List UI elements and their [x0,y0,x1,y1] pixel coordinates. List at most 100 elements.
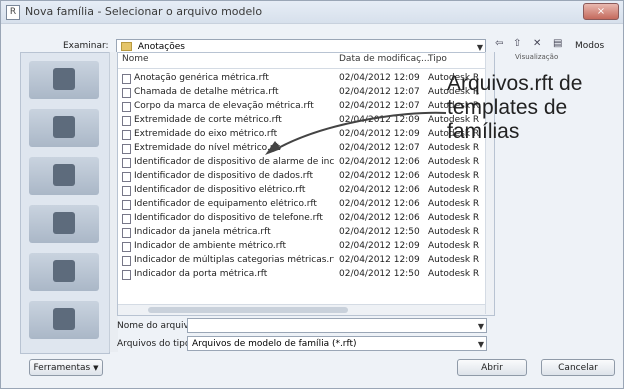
place-item[interactable] [29,253,99,291]
file-type: Autodesk R [428,241,480,251]
revit-app-icon: R [6,5,20,20]
file-type: Autodesk R [428,199,480,209]
annotation-line-3: famílias [447,120,520,143]
file-date: 02/04/2012 12:09 [339,73,420,83]
rft-file-icon [122,158,131,168]
rft-file-icon [122,172,131,182]
folder-icon [121,42,132,51]
file-type: Autodesk R [428,269,480,279]
rft-file-icon [122,200,131,210]
folder-icon [53,68,75,90]
filetype-select[interactable]: Arquivos de modelo de família (*.rft) ▼ [187,336,487,351]
drive-icon [53,212,75,234]
file-date: 02/04/2012 12:09 [339,255,420,265]
place-item[interactable] [29,157,99,195]
rft-file-icon [122,130,131,140]
rft-file-icon [122,186,131,196]
cancel-button[interactable]: Cancelar [541,359,615,376]
file-name: Indicador da porta métrica.rft [134,269,268,279]
file-date: 02/04/2012 12:07 [339,87,420,97]
place-item[interactable] [29,205,99,243]
file-name: Indicador de múltiplas categorias métric… [134,255,334,265]
file-name: Anotação genérica métrica.rft [134,73,269,83]
views-menu[interactable]: Modos [575,41,604,51]
file-date: 02/04/2012 12:09 [339,241,420,251]
annotation-line-1: Arquivos.rft de [447,72,583,95]
place-item[interactable] [29,61,99,99]
tools-button[interactable]: Ferramentas ▼ [29,359,103,376]
header-divider [118,68,494,69]
open-button[interactable]: Abrir [457,359,527,376]
views-caption: Visualização [515,53,559,61]
filename-label: Nome do arquivo: [117,321,198,331]
column-header-date[interactable]: Data de modificaç... [339,54,430,68]
place-item[interactable] [29,301,99,339]
rft-file-icon [122,228,131,238]
annotation-line-2: templates de [447,96,568,119]
file-name: Identificador do dispositivo de telefone… [134,213,323,223]
rft-file-icon [122,270,131,280]
file-row[interactable]: Indicador da janela métrica.rft 02/04/201… [118,226,494,240]
chevron-down-icon: ▼ [93,364,99,372]
file-row[interactable]: Indicador de ambiente métrico.rft 02/04/2… [118,240,494,254]
rft-file-icon [122,88,131,98]
file-type: Autodesk R [428,185,480,195]
window-title: Nova família - Selecionar o arquivo mode… [25,5,263,18]
look-in-value: Anotações [137,42,185,52]
rft-file-icon [122,144,131,154]
file-name: Identificador de dispositivo elétrico.rf… [134,185,306,195]
file-row[interactable]: Indicador da porta métrica.rft 02/04/2012… [118,268,494,282]
horizontal-scrollbar[interactable] [118,304,494,315]
filetype-label: Arquivos do tipo: [117,339,194,349]
file-name: Indicador da janela métrica.rft [134,227,271,237]
file-row[interactable]: Anotação genérica métrica.rft 02/04/2012 … [118,72,494,86]
file-name: Identificador de equipamento elétrico.rf… [134,199,317,209]
file-row[interactable]: Identificador de equipamento elétrico.rf… [118,198,494,212]
file-date: 02/04/2012 12:06 [339,185,420,195]
folder-icon [53,164,75,186]
look-in-label: Examinar: [63,41,109,51]
scrollbar-thumb[interactable] [148,307,348,313]
filename-input[interactable]: ▼ [187,318,487,333]
annotation-text: Arquivos.rft de templates de famílias [447,72,582,144]
back-icon[interactable]: ⇦ [495,38,503,49]
places-bar [20,52,110,354]
network-icon [53,260,75,282]
file-name: Chamada de detalhe métrica.rft [134,87,279,97]
file-open-dialog: R Nova família - Selecionar o arquivo mo… [0,0,624,389]
file-row[interactable]: Identificador de dispositivo de dados.rf… [118,170,494,184]
file-row[interactable]: Identificador de dispositivo elétrico.rf… [118,184,494,198]
file-row[interactable]: Indicador de múltiplas categorias métric… [118,254,494,268]
annotation-arrow [265,111,447,155]
column-header-name[interactable]: Nome [122,54,149,68]
rft-file-icon [122,214,131,224]
place-item[interactable] [29,109,99,147]
file-name: Identificador de dispositivo de dados.rf… [134,171,314,181]
file-row[interactable]: Identificador do dispositivo de telefone… [118,212,494,226]
rft-file-icon [122,116,131,126]
tools-label: Ferramentas [33,363,91,373]
delete-icon[interactable]: ✕ [533,38,541,49]
column-header-type[interactable]: Tipo [428,54,447,68]
file-name: Indicador de ambiente métrico.rft [134,241,287,251]
file-row[interactable]: Chamada de detalhe métrica.rft 02/04/2012… [118,86,494,100]
rft-file-icon [122,256,131,266]
rft-file-icon [122,242,131,252]
title-bar: R Nova família - Selecionar o arquivo mo… [1,1,623,24]
rft-file-icon [122,74,131,84]
chevron-down-icon: ▼ [477,322,484,331]
folder-icon [53,308,75,330]
file-date: 02/04/2012 12:06 [339,171,420,181]
file-type: Autodesk R [428,255,480,265]
up-folder-icon[interactable]: ⇧ [513,38,521,49]
views-icon[interactable]: ▤ [553,38,562,49]
file-date: 02/04/2012 12:50 [339,227,420,237]
file-date: 02/04/2012 12:06 [339,199,420,209]
file-list: Nome Data de modificaç... Tipo Anotação … [117,52,495,316]
close-button[interactable]: × [583,3,619,20]
rft-file-icon [122,102,131,112]
globe-icon [53,116,75,138]
file-date: 02/04/2012 12:06 [339,213,420,223]
file-type: Autodesk R [428,227,480,237]
chevron-down-icon: ▼ [477,340,484,349]
